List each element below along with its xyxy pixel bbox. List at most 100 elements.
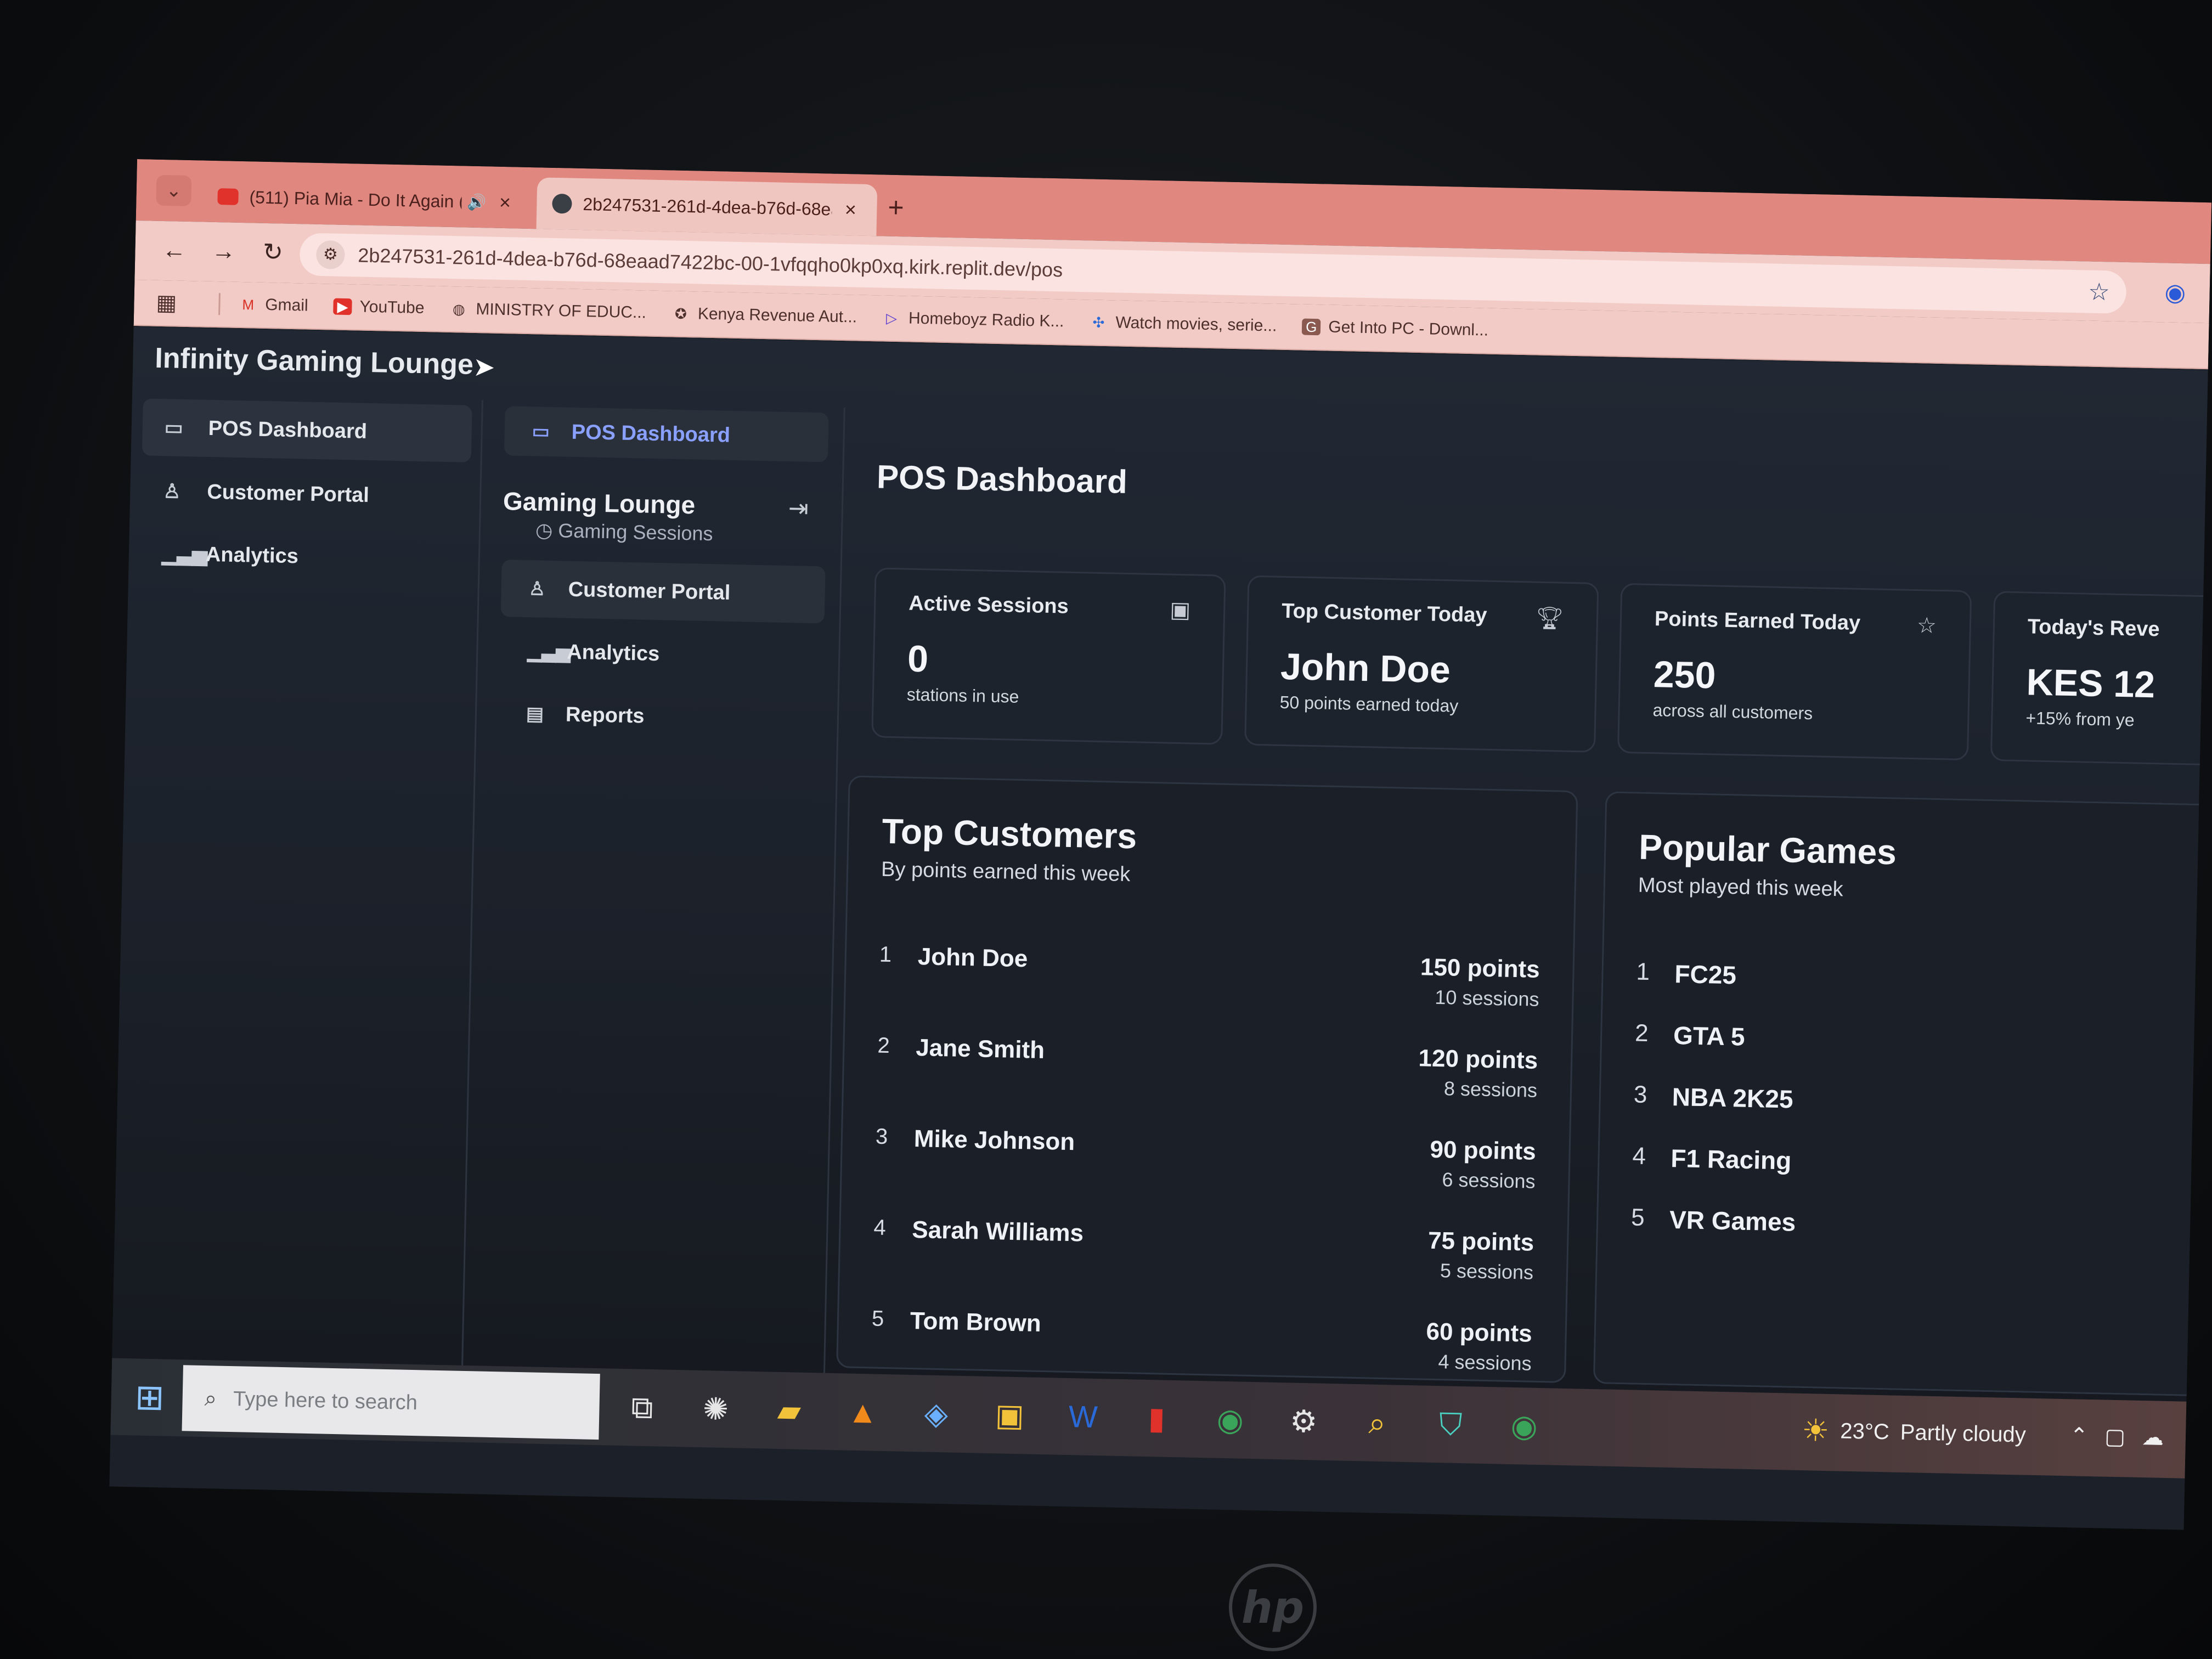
stat-value: KES 12 bbox=[2025, 661, 2155, 706]
new-tab-button[interactable]: + bbox=[888, 191, 904, 224]
customer-sessions: 5 sessions bbox=[1440, 1259, 1534, 1284]
customer-sessions: 10 sessions bbox=[1434, 985, 1539, 1011]
chevron-up-icon[interactable]: ⌃ bbox=[2069, 1423, 2088, 1449]
game-name: NBA 2K25 bbox=[1672, 1082, 1794, 1114]
stat-value: 250 bbox=[1653, 653, 1717, 697]
list-item: 3 NBA 2K25 bbox=[1633, 1081, 1793, 1136]
site-settings-icon[interactable]: ⚙ bbox=[315, 240, 345, 269]
speaker-icon[interactable]: 🔊 bbox=[467, 193, 487, 211]
reload-icon[interactable]: ↻ bbox=[256, 235, 290, 270]
users-icon: ♙ bbox=[528, 578, 546, 600]
bookmark-star-icon[interactable]: ☆ bbox=[2088, 278, 2111, 306]
chrome-icon[interactable]: ◉ bbox=[1497, 1400, 1551, 1452]
rank: 4 bbox=[1632, 1142, 1646, 1170]
tab-search-button[interactable]: ⌄ bbox=[156, 174, 192, 207]
tab-title: 2b247531-261d-4dea-b76d-68ea bbox=[583, 194, 832, 219]
weather-desc[interactable]: Partly cloudy bbox=[1900, 1420, 2026, 1447]
sidebar-item-customer-portal[interactable]: ♙ Customer Portal bbox=[140, 462, 471, 526]
youtube-icon bbox=[217, 188, 239, 205]
copilot-icon[interactable]: ◈ bbox=[909, 1388, 963, 1440]
game-name: FC25 bbox=[1674, 960, 1737, 990]
red-app-icon[interactable]: ▮ bbox=[1130, 1392, 1183, 1444]
subnav-label: Analytics bbox=[566, 640, 660, 665]
stat-label: Points Earned Today bbox=[1654, 607, 1861, 635]
sidebar-item-label: Analytics bbox=[205, 543, 299, 568]
close-tab-icon[interactable]: × bbox=[839, 198, 862, 222]
file-explorer-icon[interactable]: ▰ bbox=[763, 1385, 816, 1436]
system-tray: ☀ 23°C Partly cloudy ⌃ ▢ ☁ bbox=[1802, 1412, 2164, 1456]
stat-sub: across all customers bbox=[1652, 700, 1813, 724]
shield-icon[interactable]: ⛉ bbox=[1424, 1399, 1477, 1451]
customer-points: 150 points bbox=[1420, 953, 1541, 983]
stat-card-revenue: Today's Reve KES 12 +15% from ye bbox=[1990, 591, 2212, 766]
customer-sessions: 6 sessions bbox=[1442, 1168, 1536, 1193]
forward-icon[interactable]: → bbox=[206, 234, 241, 269]
globe-icon bbox=[552, 193, 572, 214]
rank: 2 bbox=[877, 1033, 890, 1058]
hp-logo: hp bbox=[1229, 1564, 1317, 1651]
apps-grid-icon[interactable]: ▦ bbox=[156, 290, 177, 316]
stat-value: John Doe bbox=[1280, 645, 1451, 691]
sidebar-item-analytics[interactable]: ▁▃▅ Analytics bbox=[139, 524, 470, 589]
rank: 1 bbox=[879, 942, 892, 967]
word-icon[interactable]: W bbox=[1056, 1391, 1110, 1443]
tab-title: (511) Pia Mia - Do It Again ( bbox=[249, 187, 462, 212]
table-row: 2 Jane Smith 120 points 8 sessions bbox=[876, 1028, 1538, 1113]
g-icon: G bbox=[1302, 318, 1321, 336]
subnav-customer-portal[interactable]: ♙ Customer Portal bbox=[500, 560, 826, 624]
bookmark-homeboyz[interactable]: ▷ Homeboyz Radio K... bbox=[882, 309, 1064, 331]
customer-name: Tom Brown bbox=[910, 1307, 1042, 1337]
subnav-label: Customer Portal bbox=[568, 578, 731, 605]
rank: 3 bbox=[1633, 1081, 1647, 1109]
cloud-icon[interactable]: ☁ bbox=[2142, 1425, 2164, 1451]
bookmark-gmail[interactable]: M Gmail bbox=[239, 295, 308, 315]
subnav-title: Gaming Lounge bbox=[503, 487, 696, 520]
subnav-reports[interactable]: ▤ Reports bbox=[498, 685, 823, 748]
weather-icon: ☀ bbox=[1801, 1413, 1830, 1448]
page-title: POS Dashboard bbox=[876, 458, 1128, 500]
clock-icon: ◷ bbox=[535, 518, 553, 542]
app-root: Infinity Gaming Lounge ➤ ▭ POS Dashboard… bbox=[112, 326, 2212, 1402]
rank: 4 bbox=[873, 1215, 887, 1240]
close-tab-icon[interactable]: × bbox=[494, 191, 516, 215]
network-app-icon[interactable]: ⚙ bbox=[1277, 1396, 1330, 1447]
top-customers-card: Top Customers By points earned this week… bbox=[836, 775, 1578, 1384]
list-item: 2 GTA 5 bbox=[1634, 1020, 1745, 1075]
list-item: 5 VR Games bbox=[1630, 1204, 1796, 1259]
chrome-icon[interactable]: ◉ bbox=[1203, 1394, 1257, 1446]
bookmark-movies[interactable]: ✣ Watch movies, serie... bbox=[1089, 313, 1277, 335]
kra-icon: ✪ bbox=[674, 305, 687, 323]
taskbar-search-input[interactable]: ⌕ Type here to search bbox=[182, 1365, 600, 1440]
bookmark-ministry[interactable]: ◍ MINISTRY OF EDUC... bbox=[449, 300, 647, 323]
search-app-icon[interactable]: ⌕ bbox=[1350, 1397, 1404, 1449]
weather-temp[interactable]: 23°C bbox=[1840, 1419, 1889, 1444]
store-icon[interactable]: ▣ bbox=[983, 1390, 1036, 1441]
sidebar-item-pos-dashboard[interactable]: ▭ POS Dashboard bbox=[142, 398, 472, 462]
bookmark-kra[interactable]: ✪ Kenya Revenue Aut... bbox=[672, 304, 857, 326]
back-icon[interactable]: ← bbox=[157, 233, 191, 268]
sidebar-item-label: Customer Portal bbox=[206, 480, 370, 507]
chatgpt-icon[interactable]: ✺ bbox=[689, 1384, 743, 1435]
windows-start-icon[interactable]: ⊞ bbox=[127, 1375, 172, 1420]
game-name: F1 Racing bbox=[1670, 1143, 1792, 1175]
laptop-screen: ⌄ (511) Pia Mia - Do It Again ( 🔊 × 2b24… bbox=[109, 159, 2212, 1530]
tab-youtube[interactable]: (511) Pia Mia - Do It Again ( 🔊 × bbox=[202, 171, 532, 229]
task-view-icon[interactable]: ⧉ bbox=[616, 1382, 669, 1434]
bookmark-getintopc[interactable]: G Get Into PC - Downl... bbox=[1302, 318, 1488, 340]
subnav-analytics[interactable]: ▁▃▅ Analytics bbox=[499, 622, 824, 686]
rank: 3 bbox=[875, 1124, 888, 1149]
logout-icon[interactable]: ⇥ bbox=[788, 494, 809, 523]
vlc-icon[interactable]: ▲ bbox=[836, 1386, 890, 1438]
meet-icon[interactable]: ▢ bbox=[2104, 1424, 2126, 1450]
customer-name: John Doe bbox=[917, 943, 1028, 973]
extension-icon[interactable]: ◉ bbox=[2164, 278, 2186, 307]
stat-sub: stations in use bbox=[906, 684, 1019, 707]
customer-points: 90 points bbox=[1430, 1136, 1537, 1165]
tab-replit[interactable]: 2b247531-261d-4dea-b76d-68ea × bbox=[536, 177, 878, 236]
card-subtitle: Most played this week bbox=[1638, 873, 1844, 901]
bookmark-youtube[interactable]: ▶ YouTube bbox=[333, 297, 425, 318]
list-item: 1 FC25 bbox=[1635, 958, 1736, 1013]
film-icon: ✣ bbox=[1092, 314, 1105, 331]
subnav-label: POS Dashboard bbox=[571, 420, 731, 447]
subnav-pos-dashboard[interactable]: ▭ POS Dashboard bbox=[504, 406, 829, 462]
